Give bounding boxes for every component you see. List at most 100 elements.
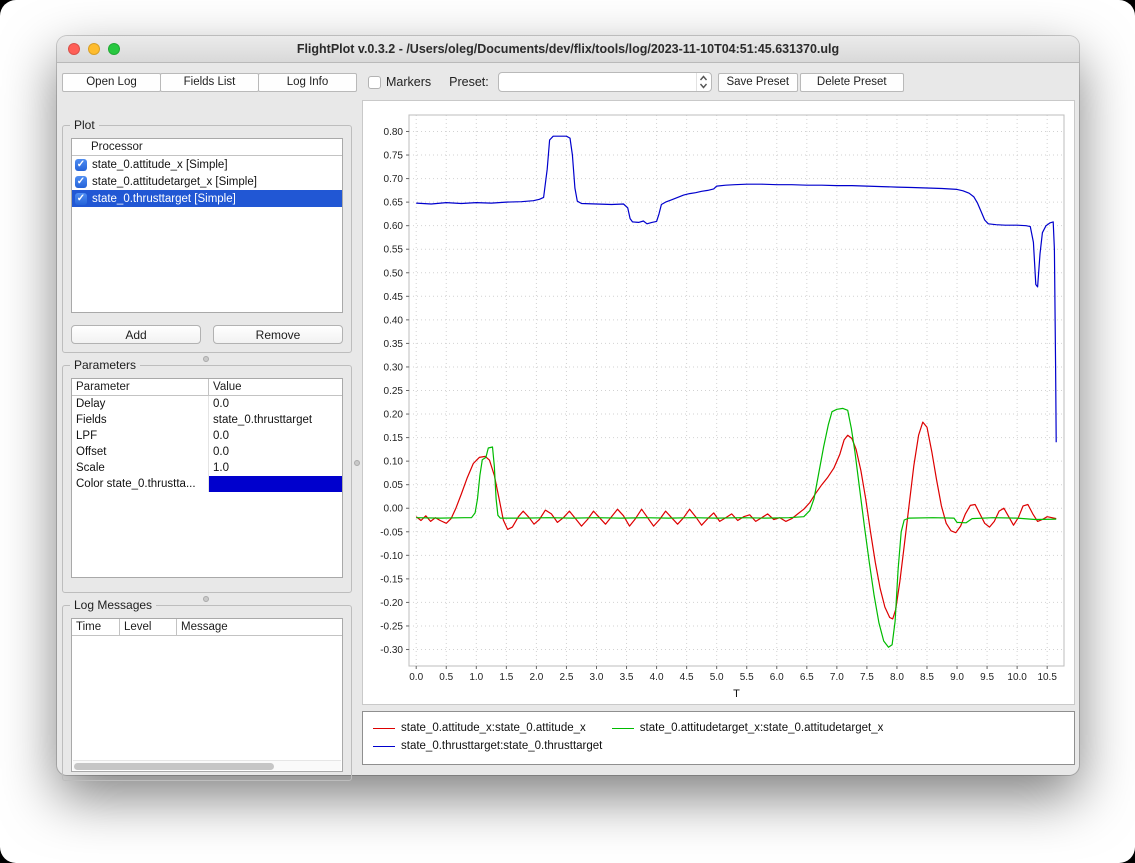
parameter-value-cell: 0.0 [209, 444, 342, 460]
svg-text:2.0: 2.0 [529, 672, 543, 683]
delete-preset-button[interactable]: Delete Preset [800, 73, 904, 92]
svg-text:2.5: 2.5 [559, 672, 573, 683]
parameter-name-cell: Fields [72, 412, 209, 428]
window-title: FlightPlot v.0.3.2 - /Users/oleg/Documen… [297, 42, 839, 56]
svg-text:0.60: 0.60 [384, 221, 404, 232]
svg-text:0.20: 0.20 [384, 410, 404, 421]
horizontal-scrollbar-thumb[interactable] [74, 763, 274, 770]
log-messages-panel: Log Messages Time Level Message [62, 605, 352, 781]
plot-buttons: Add Remove [71, 325, 343, 344]
svg-text:0.70: 0.70 [384, 174, 404, 185]
processor-row[interactable]: ✓ state_0.attitudetarget_x [Simple] [72, 173, 342, 190]
svg-text:4.0: 4.0 [650, 672, 664, 683]
svg-text:3.5: 3.5 [620, 672, 634, 683]
svg-text:8.0: 8.0 [890, 672, 904, 683]
traffic-lights [68, 43, 120, 55]
parameter-row[interactable]: LPF0.0 [72, 428, 342, 444]
minimize-window-button[interactable] [88, 43, 100, 55]
parameter-row[interactable]: Color state_0.thrustta... [72, 476, 342, 492]
svg-text:0.25: 0.25 [384, 386, 404, 397]
svg-text:6.0: 6.0 [770, 672, 784, 683]
svg-text:0.45: 0.45 [384, 292, 404, 303]
remove-button[interactable]: Remove [213, 325, 343, 344]
legend-line-sample [373, 746, 395, 747]
zoom-window-button[interactable] [108, 43, 120, 55]
screenshot-background: FlightPlot v.0.3.2 - /Users/oleg/Documen… [0, 0, 1135, 863]
processor-row[interactable]: ✓ state_0.thrusttarget [Simple] [72, 190, 342, 207]
level-column-header: Level [120, 619, 177, 635]
svg-text:10.5: 10.5 [1037, 672, 1057, 683]
splitter-handle[interactable] [354, 460, 360, 466]
parameter-row[interactable]: Fieldsstate_0.thrusttarget [72, 412, 342, 428]
legend-line-sample [612, 728, 634, 729]
parameter-name-cell: Scale [72, 460, 209, 476]
svg-text:7.0: 7.0 [830, 672, 844, 683]
svg-text:10.0: 10.0 [1007, 672, 1027, 683]
svg-text:5.5: 5.5 [740, 672, 754, 683]
vertical-splitter[interactable] [353, 125, 362, 765]
log-messages-table-header: Time Level Message [72, 619, 342, 636]
color-swatch[interactable] [209, 476, 342, 492]
splitter-handle[interactable] [203, 356, 209, 362]
preset-label: Preset: [449, 75, 489, 89]
svg-text:5.0: 5.0 [710, 672, 724, 683]
parameter-value-cell: 0.0 [209, 396, 342, 412]
processor-checkbox[interactable]: ✓ [75, 159, 87, 171]
svg-text:0.0: 0.0 [409, 672, 423, 683]
processor-row[interactable]: ✓ state_0.attitude_x [Simple] [72, 156, 342, 173]
parameters-table-header: Parameter Value [72, 379, 342, 396]
parameter-value-cell: 1.0 [209, 460, 342, 476]
parameter-name-cell: Delay [72, 396, 209, 412]
splitter-handle[interactable] [203, 596, 209, 602]
parameter-row[interactable]: Offset0.0 [72, 444, 342, 460]
svg-text:0.55: 0.55 [384, 245, 404, 256]
log-info-button[interactable]: Log Info [258, 73, 357, 92]
close-window-button[interactable] [68, 43, 80, 55]
svg-text:0.00: 0.00 [384, 504, 404, 515]
svg-text:-0.25: -0.25 [380, 621, 403, 632]
horizontal-scrollbar[interactable] [73, 760, 341, 770]
window-content: Open Log Fields List Log Info Markers Pr… [57, 63, 1079, 774]
processor-table-header: Processor [72, 139, 342, 156]
chart-legend: state_0.attitude_x:state_0.attitude_xsta… [362, 711, 1075, 765]
processor-checkbox[interactable]: ✓ [75, 176, 87, 188]
parameters-panel: Parameters Parameter Value Delay0.0Field… [62, 365, 352, 593]
add-button[interactable]: Add [71, 325, 201, 344]
svg-text:0.10: 0.10 [384, 457, 404, 468]
processor-label: state_0.thrusttarget [Simple] [92, 193, 236, 205]
processor-table: Processor ✓ state_0.attitude_x [Simple] ✓ s… [71, 138, 343, 313]
svg-text:-0.10: -0.10 [380, 551, 403, 562]
svg-text:8.5: 8.5 [920, 672, 934, 683]
svg-text:-0.30: -0.30 [380, 645, 403, 656]
chart[interactable]: 0.00.51.01.52.02.53.03.54.04.55.05.56.06… [362, 100, 1075, 705]
parameter-name-cell: Color state_0.thrustta... [72, 476, 209, 492]
svg-text:0.65: 0.65 [384, 198, 404, 209]
processor-column-header: Processor [91, 141, 143, 153]
processor-label: state_0.attitudetarget_x [Simple] [92, 176, 257, 188]
plot-panel: Plot Processor ✓state_0.attitude_x [Simp… [62, 125, 352, 353]
svg-text:0.40: 0.40 [384, 315, 404, 326]
fields-list-button[interactable]: Fields List [160, 73, 259, 92]
processor-label: state_0.attitude_x [Simple] [92, 159, 228, 171]
window-titlebar[interactable]: FlightPlot v.0.3.2 - /Users/oleg/Documen… [57, 36, 1079, 63]
save-preset-button[interactable]: Save Preset [718, 73, 798, 92]
log-messages-table: Time Level Message [71, 618, 343, 772]
processor-checkbox[interactable]: ✓ [75, 193, 87, 205]
parameters-panel-title: Parameters [70, 358, 140, 372]
combo-stepper-icon[interactable] [696, 73, 711, 91]
legend-label: state_0.attitudetarget_x:state_0.attitud… [640, 722, 884, 734]
svg-text:0.5: 0.5 [439, 672, 453, 683]
preset-combobox[interactable] [498, 72, 712, 92]
parameter-row[interactable]: Delay0.0 [72, 396, 342, 412]
svg-text:-0.05: -0.05 [380, 527, 403, 538]
parameter-value-cell: 0.0 [209, 428, 342, 444]
legend-item: state_0.thrusttarget:state_0.thrusttarge… [373, 737, 602, 755]
svg-text:9.0: 9.0 [950, 672, 964, 683]
svg-text:3.0: 3.0 [590, 672, 604, 683]
time-column-header: Time [72, 619, 120, 635]
open-log-button[interactable]: Open Log [62, 73, 161, 92]
markers-checkbox[interactable]: Markers [368, 75, 431, 89]
parameter-name-cell: LPF [72, 428, 209, 444]
markers-checkbox-box[interactable] [368, 76, 381, 89]
parameter-row[interactable]: Scale1.0 [72, 460, 342, 476]
